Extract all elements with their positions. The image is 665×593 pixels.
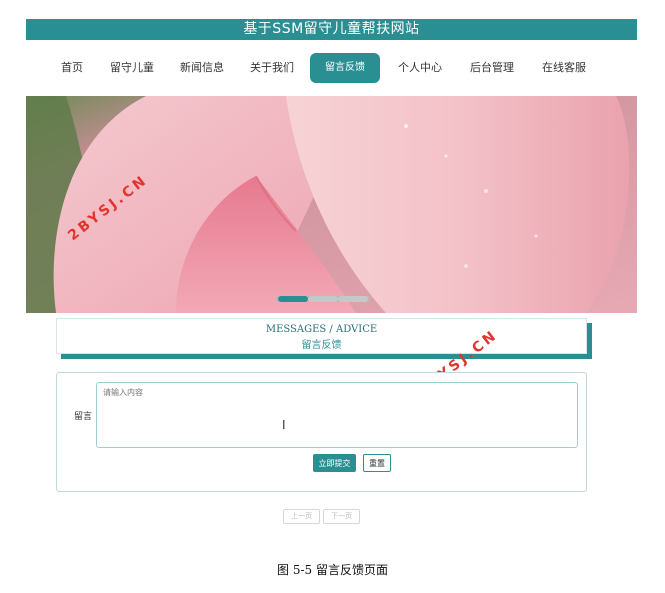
nav-children[interactable]: 留守儿童	[106, 52, 158, 84]
nav-home[interactable]: 首页	[52, 52, 92, 84]
carousel-dot-2[interactable]	[308, 296, 338, 302]
carousel-indicators	[276, 296, 370, 302]
site-title: 基于SSM留守儿童帮扶网站	[26, 19, 637, 40]
feedback-form: 留言 I 立即提交 重置	[56, 372, 587, 492]
prev-page-button[interactable]: 上一页	[283, 509, 320, 524]
figure-caption: 图 5-5 留言反馈页面	[277, 563, 388, 577]
nav-about[interactable]: 关于我们	[246, 52, 298, 84]
section-header: MESSAGES / ADVICE 留言反馈	[56, 318, 587, 354]
section-title-en: MESSAGES / ADVICE	[265, 324, 378, 335]
nav-admin[interactable]: 后台管理	[466, 52, 518, 84]
nav-news[interactable]: 新闻信息	[176, 52, 228, 84]
page: 基于SSM留守儿童帮扶网站 首页 留守儿童 新闻信息 关于我们 留言反馈 个人中…	[0, 0, 665, 593]
carousel-dot-1[interactable]	[278, 296, 308, 302]
nav-user-center[interactable]: 个人中心	[394, 52, 446, 84]
section-title-cn: 留言反馈	[301, 340, 342, 351]
nav-support[interactable]: 在线客服	[538, 52, 590, 84]
nav-feedback[interactable]: 留言反馈	[310, 53, 380, 83]
submit-button[interactable]: 立即提交	[313, 454, 356, 472]
message-label: 留言	[74, 412, 93, 422]
message-textarea[interactable]	[96, 382, 578, 448]
next-page-button[interactable]: 下一页	[323, 509, 360, 524]
reset-button[interactable]: 重置	[363, 454, 391, 472]
carousel-dot-3[interactable]	[338, 296, 368, 302]
main-nav: 首页 留守儿童 新闻信息 关于我们 留言反馈 个人中心 后台管理 在线客服	[26, 52, 637, 86]
text-cursor-icon: I	[282, 418, 286, 432]
